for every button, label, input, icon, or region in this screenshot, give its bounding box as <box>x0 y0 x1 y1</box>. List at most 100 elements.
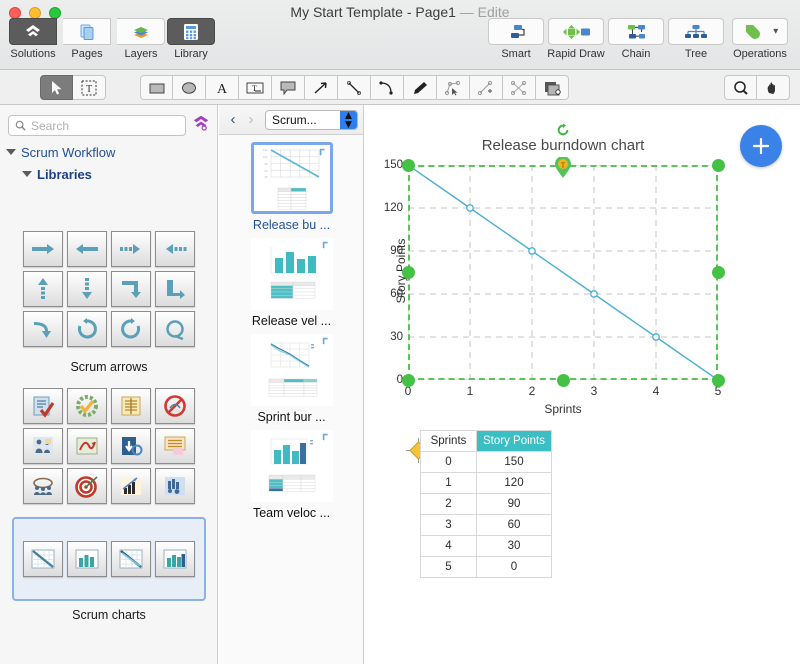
library-group-scrum-arrows[interactable]: Scrum arrows <box>12 225 206 374</box>
toolbar-button-tree[interactable]: Tree <box>666 18 726 64</box>
shape-release-velocity-chart[interactable] <box>67 541 107 577</box>
table-cell[interactable]: 0 <box>476 556 552 578</box>
table-cell[interactable]: 3 <box>420 514 477 536</box>
ellipse-tool[interactable] <box>173 75 206 100</box>
stepper-icon[interactable]: ▲ ▼ <box>340 110 357 129</box>
tree-item-libraries[interactable]: Libraries <box>22 163 212 185</box>
text-select-tool[interactable]: T <box>73 75 106 100</box>
shape-arrow-down-dashed[interactable] <box>67 271 107 307</box>
shape-velocity-chart[interactable] <box>111 468 151 504</box>
shape-team-velocity-chart[interactable] <box>155 541 195 577</box>
resize-handle-bottom-left[interactable] <box>401 373 415 387</box>
shape-arrow-elbow-down[interactable] <box>111 271 151 307</box>
table-cell[interactable]: 5 <box>420 556 477 578</box>
resize-handle-top-right[interactable] <box>711 158 725 172</box>
shape-definition-of-done[interactable] <box>67 388 107 424</box>
library-select[interactable]: Scrum... ▲ ▼ <box>265 109 358 130</box>
shape-sprint-review[interactable] <box>111 428 151 464</box>
toolbar-button-layers[interactable]: Layers <box>114 18 168 64</box>
toolbar-button-library[interactable]: Library <box>164 18 218 64</box>
shape-arrow-right[interactable] <box>23 231 63 267</box>
curve-tool[interactable] <box>371 75 404 100</box>
forward-icon[interactable]: › <box>243 111 259 128</box>
shape-arrow-circular-ccw[interactable] <box>111 311 151 347</box>
resize-handle-bottom-center[interactable] <box>556 373 570 387</box>
connector-tool[interactable] <box>503 75 536 100</box>
library-item-sprint-burndown[interactable]: Sprint bur ... <box>219 334 363 424</box>
shape-sprint-goal[interactable] <box>67 468 107 504</box>
library-item-release-velocity[interactable]: Release vel ... <box>219 238 363 328</box>
shape-arrow-elbow-right[interactable] <box>155 271 195 307</box>
table-cell[interactable]: 150 <box>476 451 552 473</box>
chevron-down-icon[interactable] <box>22 171 32 177</box>
add-point-tool[interactable] <box>470 75 503 100</box>
text-tool[interactable]: A <box>206 75 239 100</box>
shape-sprint-planning[interactable] <box>155 468 195 504</box>
table-cell[interactable]: 2 <box>420 493 477 515</box>
shape-arrow-left-dashed[interactable] <box>155 231 195 267</box>
text-anchor-marker[interactable]: T <box>554 157 572 179</box>
table-cell[interactable]: 90 <box>476 493 552 515</box>
table-cell[interactable]: 120 <box>476 472 552 494</box>
table-cell[interactable]: 60 <box>476 514 552 536</box>
table-row[interactable]: 4 30 <box>420 535 552 557</box>
shape-arrow-curve-down[interactable] <box>23 311 63 347</box>
table-row[interactable]: 50 <box>420 556 552 578</box>
table-header-cell[interactable]: Sprints <box>420 430 477 452</box>
shape-no-impediment[interactable] <box>155 388 195 424</box>
chart-object[interactable]: Release burndown chart Story Points Spri… <box>384 123 725 416</box>
table-row[interactable]: 0 150 <box>420 451 552 473</box>
shape-arrow-left[interactable] <box>67 231 107 267</box>
library-group-scrum-charts[interactable]: Scrum charts <box>12 517 206 622</box>
resize-handle-top-left[interactable] <box>401 158 415 172</box>
back-icon[interactable]: ‹ <box>225 111 241 128</box>
chevron-down-icon[interactable] <box>6 149 16 155</box>
resize-handle-bottom-right[interactable] <box>711 373 725 387</box>
add-shape-button[interactable] <box>740 125 782 167</box>
shape-daily-standup[interactable] <box>23 468 63 504</box>
toolbar-button-rapid-draw[interactable]: Rapid Draw <box>546 18 606 64</box>
shape-product-backlog[interactable] <box>23 388 63 424</box>
table-row[interactable]: 3 60 <box>420 514 552 536</box>
rectangle-tool[interactable] <box>140 75 173 100</box>
toolbar-button-pages[interactable]: Pages <box>60 18 114 64</box>
table-header-cell[interactable]: Story Points <box>476 430 552 452</box>
shadow-tool[interactable] <box>536 75 569 100</box>
resize-handle-middle-left[interactable] <box>401 266 415 279</box>
shape-sprint-backlog[interactable] <box>111 388 151 424</box>
arrow-tool[interactable] <box>305 75 338 100</box>
text-block-tool[interactable]: T <box>239 75 272 100</box>
table-row[interactable]: 2 90 <box>420 493 552 515</box>
conceptdraw-solution-icon[interactable] <box>192 114 210 137</box>
document-canvas[interactable]: Release burndown chart Story Points Spri… <box>365 105 800 664</box>
toolbar-button-solutions[interactable]: Solutions <box>6 18 60 64</box>
shape-sprint-notes[interactable] <box>155 428 195 464</box>
shape-arrow-circular-cw[interactable] <box>67 311 107 347</box>
chart-data-table[interactable]: Sprints Story Points 0 150 1 120 2 90 3 60 4 30 5 0 <box>420 430 552 578</box>
shape-scrum-team[interactable] <box>23 428 63 464</box>
pen-tool[interactable] <box>404 75 437 100</box>
library-item-team-velocity[interactable]: Team veloc ... <box>219 430 363 520</box>
shape-sprint-burndown-chart[interactable] <box>111 541 151 577</box>
callout-tool[interactable] <box>272 75 305 100</box>
search-input[interactable]: Search <box>8 115 186 136</box>
hand-tool[interactable] <box>757 75 790 100</box>
table-cell[interactable]: 1 <box>420 472 477 494</box>
toolbar-button-chain[interactable]: Chain <box>606 18 666 64</box>
library-group-scrum-artifacts[interactable]: Scrum artifacts <box>12 382 206 531</box>
table-row[interactable]: 1 120 <box>420 472 552 494</box>
tree-item-scrum-workflow[interactable]: Scrum Workflow <box>6 141 212 163</box>
shape-arrow-up-dashed[interactable] <box>23 271 63 307</box>
table-cell[interactable]: 4 <box>420 535 477 557</box>
shape-release-burndown-chart[interactable] <box>23 541 63 577</box>
toolbar-button-smart[interactable]: Smart <box>486 18 546 64</box>
shape-arrow-loop[interactable] <box>155 311 195 347</box>
rotate-handle[interactable] <box>556 123 570 137</box>
zoom-tool[interactable] <box>724 75 757 100</box>
table-cell[interactable]: 30 <box>476 535 552 557</box>
pointer-tool[interactable] <box>40 75 73 100</box>
table-cell[interactable]: 0 <box>420 451 477 473</box>
toolbar-button-operations[interactable]: ▾ Operations <box>726 18 794 64</box>
shape-arrow-right-dashed[interactable] <box>111 231 151 267</box>
shape-product-roadmap[interactable] <box>67 428 107 464</box>
